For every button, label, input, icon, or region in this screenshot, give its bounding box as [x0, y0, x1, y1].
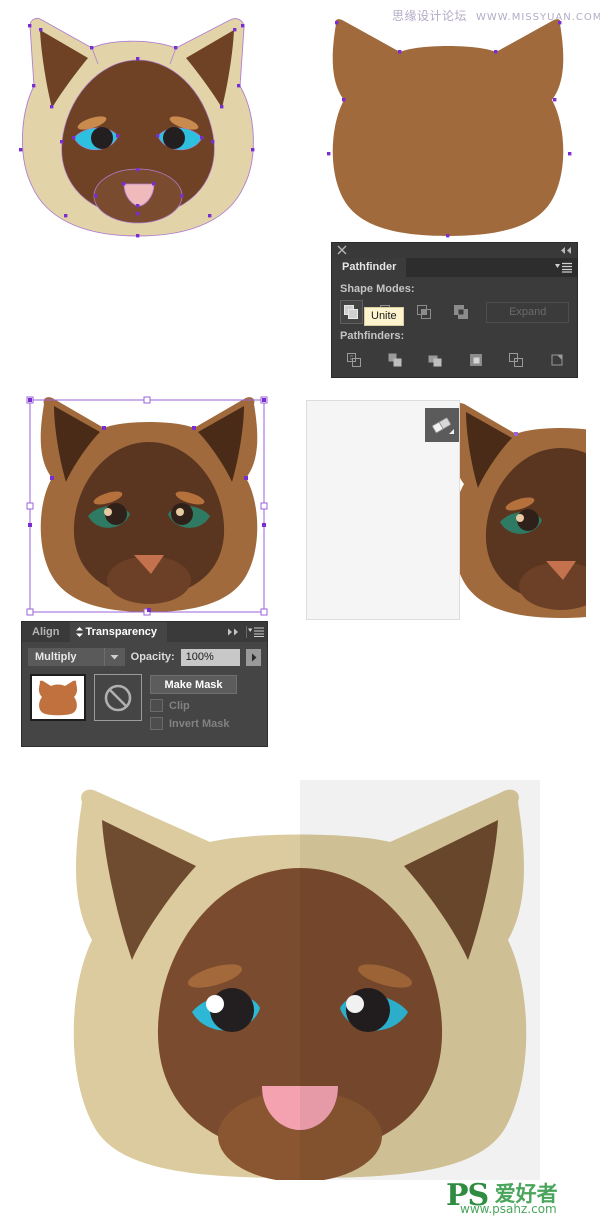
pathfinder-divide-button[interactable] [343, 348, 367, 372]
panel-menu-icon[interactable] [248, 627, 264, 637]
blend-opacity-row: Multiply Opacity: 100% [22, 642, 267, 666]
shape-mode-unite-button[interactable] [340, 300, 363, 324]
transparency-tabrow: Align Transparency [22, 622, 267, 642]
clip-checkbox-row[interactable]: Clip [150, 699, 237, 712]
mask-thumbnail[interactable] [94, 674, 142, 721]
pathfinder-tabrow: Pathfinder [332, 258, 577, 277]
pathfinders-label: Pathfinders: [340, 330, 569, 342]
clip-label: Clip [169, 700, 190, 712]
unite-tooltip: Unite [364, 307, 404, 326]
mask-controls: Make Mask Clip Invert Mask [150, 674, 237, 730]
artwork-step5-final-cat [60, 780, 540, 1180]
shape-modes-label: Shape Modes: [340, 283, 569, 295]
pathfinder-panel[interactable]: Pathfinder Shape Modes: [332, 243, 577, 377]
opacity-value: 100% [186, 651, 214, 663]
invert-mask-checkbox-row[interactable]: Invert Mask [150, 717, 237, 730]
shape-mode-intersect-button[interactable] [413, 300, 436, 324]
artwork-step3-selected-cat [24, 390, 274, 620]
step2-svg [318, 14, 580, 238]
tab-align[interactable]: Align [22, 622, 70, 642]
make-mask-button[interactable]: Make Mask [150, 675, 237, 694]
tab-transparency-label: Transparency [86, 626, 158, 638]
opacity-label: Opacity: [131, 651, 175, 663]
pupil-left [91, 127, 113, 149]
transparency-panel[interactable]: Align Transparency Multiply [22, 622, 267, 746]
eraser-tool-icon[interactable] [425, 408, 459, 442]
watermark-bottom-logo: PS 爱好者 www.psahz.com [446, 1178, 596, 1220]
watermark-top-cn: 思缘设计论坛 [392, 9, 467, 23]
artwork-step2-united-silhouette [318, 14, 580, 238]
blend-mode-value: Multiply [35, 651, 77, 663]
pathfinder-minus-back-button[interactable] [546, 348, 570, 372]
invert-mask-checkbox[interactable] [150, 717, 163, 730]
double-arrow-right-icon[interactable] [227, 628, 241, 636]
pathfinder-outline-button[interactable] [505, 348, 529, 372]
watermark-top-url: WWW.MISSYUAN.COM [476, 12, 600, 23]
multiply-shadow-overlay [300, 780, 540, 1180]
tabrow-divider [246, 626, 247, 638]
pathfinder-body: Shape Modes: [332, 277, 577, 372]
expand-button[interactable]: Expand [486, 302, 569, 323]
object-thumbnail[interactable] [30, 674, 86, 721]
close-icon[interactable] [337, 245, 347, 255]
pathfinder-merge-button[interactable] [424, 348, 448, 372]
pathfinders-row [340, 348, 569, 372]
step3-svg [24, 390, 274, 620]
eraser-glyph [429, 412, 455, 438]
eye-highlight-left [206, 995, 224, 1013]
pathfinder-titlebar [332, 243, 577, 258]
watermark-top: 思缘设计论坛 WWW.MISSYUAN.COM [392, 8, 592, 24]
cat-head-thumbnail [35, 678, 81, 718]
step5-svg [60, 780, 540, 1180]
chevron-right-icon[interactable] [246, 649, 261, 666]
pathfinder-crop-button[interactable] [465, 348, 489, 372]
blend-mode-select[interactable]: Multiply [28, 648, 125, 666]
watermark-bottom-url: www.psahz.com [460, 1202, 557, 1216]
pupil-right [163, 127, 185, 149]
pathfinder-trim-button[interactable] [384, 348, 408, 372]
step1-svg [8, 8, 276, 238]
invert-mask-label: Invert Mask [169, 718, 230, 730]
panel-menu-icon[interactable] [555, 262, 572, 273]
transparency-tab-diamond-icon [76, 627, 83, 637]
tab-pathfinder[interactable]: Pathfinder [332, 258, 406, 277]
double-arrow-left-icon[interactable] [560, 246, 572, 255]
shape-mode-exclude-button[interactable] [450, 300, 473, 324]
chevron-down-icon[interactable] [104, 648, 125, 666]
no-mask-icon [103, 683, 133, 713]
tab-transparency[interactable]: Transparency [70, 622, 168, 642]
mask-row: Make Mask Clip Invert Mask [22, 666, 267, 730]
eye-highlight-right [176, 508, 184, 516]
opacity-input[interactable]: 100% [181, 649, 241, 666]
eye-highlight-left-s4 [516, 514, 524, 522]
eye-highlight-left [104, 508, 112, 516]
artwork-step1-outlined-cat [8, 8, 276, 238]
clip-checkbox[interactable] [150, 699, 163, 712]
cat-silhouette [333, 19, 564, 236]
